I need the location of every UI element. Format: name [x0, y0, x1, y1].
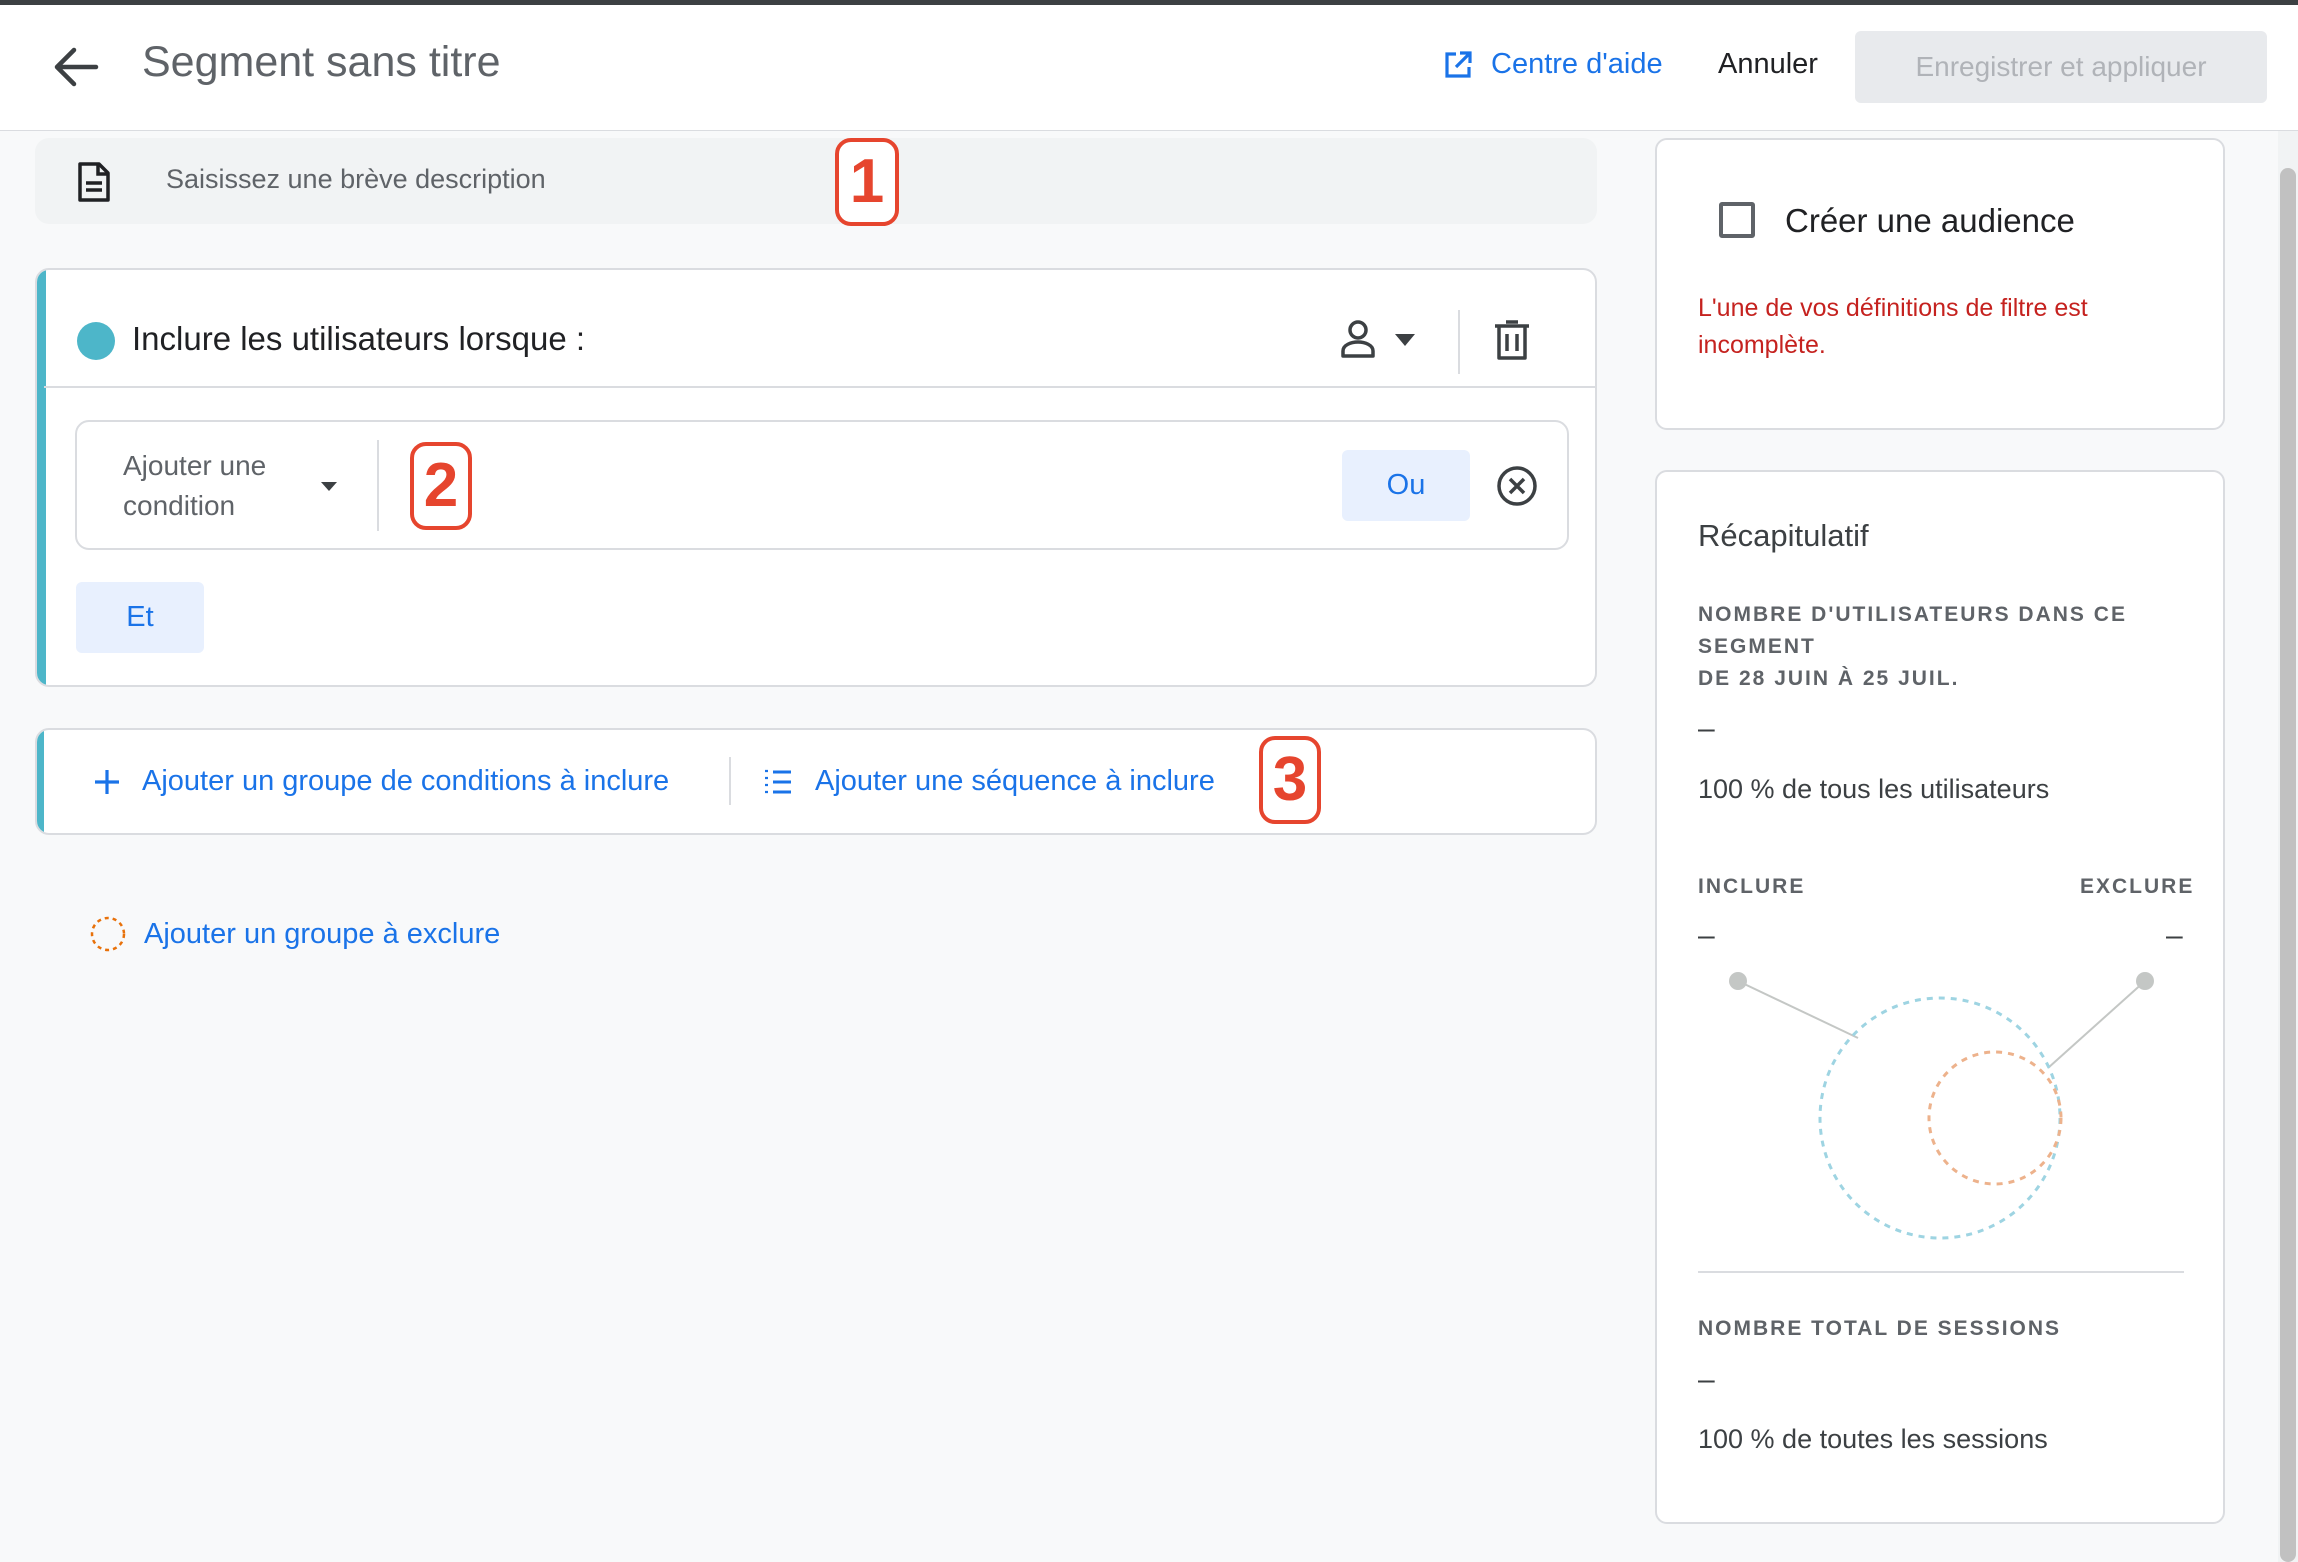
exclude-label: EXCLURE	[2080, 875, 2195, 898]
users-count-value: –	[1698, 712, 1715, 745]
remove-condition-icon[interactable]	[1496, 465, 1538, 507]
scrollbar-thumb[interactable]	[2280, 168, 2296, 1562]
filter-error-message: L'une de vos définitions de filtre est i…	[1698, 294, 2088, 359]
add-sequence-button[interactable]: Ajouter une séquence à inclure	[763, 765, 1215, 798]
person-icon[interactable]	[1338, 318, 1378, 360]
document-icon	[78, 162, 110, 202]
add-condition-dropdown[interactable]: Ajouter une condition	[123, 446, 266, 526]
include-label: INCLURE	[1698, 875, 1806, 898]
condition-dropdown-caret-icon[interactable]	[320, 481, 338, 492]
venn-diagram	[1729, 972, 2154, 1240]
page-title: Segment sans titre	[142, 38, 501, 86]
help-center-label: Centre d'aide	[1491, 48, 1663, 80]
condition-separator	[377, 440, 379, 531]
add-condition-label-line1: Ajouter une	[123, 450, 267, 481]
callout-badge-3: 3	[1259, 736, 1321, 824]
sessions-label: NOMBRE TOTAL DE SESSIONS	[1698, 1317, 2062, 1340]
users-count-label-line1: NOMBRE D'UTILISATEURS DANS CE	[1698, 603, 2127, 626]
help-center-link[interactable]: Centre d'aide	[1443, 48, 1663, 81]
add-sequence-label: Ajouter une séquence à inclure	[815, 765, 1215, 797]
create-audience-label: Créer une audience	[1785, 202, 2075, 239]
users-count-label: NOMBRE D'UTILISATEURS DANS CE SEGMENT DE…	[1698, 599, 2128, 695]
include-value: –	[1698, 919, 1715, 952]
save-and-apply-button[interactable]: Enregistrer et appliquer	[1855, 31, 2267, 103]
users-count-label-line2: SEGMENT	[1698, 635, 1816, 658]
audience-card	[1655, 138, 2225, 430]
callout-badge-1: 1	[835, 138, 899, 226]
add-condition-group-button[interactable]: Ajouter un groupe de conditions à inclur…	[92, 765, 669, 798]
include-group-title: Inclure les utilisateurs lorsque :	[132, 320, 586, 357]
dashed-circle-icon	[90, 916, 126, 952]
add-condition-label-line2: condition	[123, 490, 236, 521]
add-include-accent	[37, 730, 44, 833]
add-exclude-group-label: Ajouter un groupe à exclure	[144, 917, 501, 950]
add-condition-group-label: Ajouter un groupe de conditions à inclur…	[142, 765, 670, 797]
or-button[interactable]: Ou	[1342, 450, 1470, 521]
header-divider	[1458, 310, 1460, 374]
back-arrow-icon[interactable]	[50, 45, 100, 89]
open-in-new-icon	[1445, 50, 1472, 78]
include-color-dot	[77, 322, 115, 360]
callout-badge-2: 2	[410, 442, 472, 530]
sequence-list-icon	[765, 769, 791, 793]
summary-divider	[1698, 1271, 2184, 1273]
plus-icon	[95, 769, 119, 794]
delete-trash-icon[interactable]	[1493, 318, 1531, 362]
cancel-button[interactable]: Annuler	[1718, 48, 1818, 81]
group-header-divider	[44, 386, 1595, 388]
create-audience-checkbox[interactable]	[1719, 202, 1755, 238]
and-button[interactable]: Et	[76, 582, 204, 653]
include-group-accent	[37, 270, 46, 685]
exclude-value: –	[2166, 919, 2183, 952]
scope-dropdown-caret-icon[interactable]	[1394, 333, 1416, 347]
users-count-label-line3: DE 28 JUIN À 25 JUIL.	[1698, 667, 1960, 690]
summary-title: Récapitulatif	[1698, 518, 1869, 553]
users-percent: 100 % de tous les utilisateurs	[1698, 774, 2050, 804]
add-exclude-group-button[interactable]: Ajouter un groupe à exclure	[88, 914, 500, 954]
sessions-value: –	[1698, 1363, 1715, 1396]
sessions-percent: 100 % de toutes les sessions	[1698, 1424, 2048, 1454]
add-actions-separator	[729, 757, 731, 805]
description-placeholder: Saisissez une brève description	[166, 164, 546, 194]
